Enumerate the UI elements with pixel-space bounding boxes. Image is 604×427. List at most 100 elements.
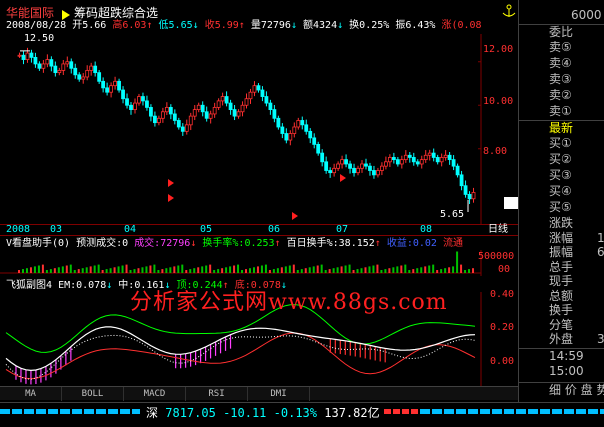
candle-body bbox=[69, 61, 74, 69]
volume-bar bbox=[388, 268, 391, 273]
candle-body bbox=[276, 117, 281, 128]
buy-row[interactable]: 买⑤ bbox=[519, 200, 604, 214]
candle-body bbox=[312, 137, 317, 145]
sell-row[interactable]: 卖④ bbox=[519, 56, 604, 70]
candle-body bbox=[216, 100, 221, 108]
stat-label: 总额 bbox=[549, 288, 574, 303]
candle-body bbox=[228, 102, 233, 110]
candle-body bbox=[176, 120, 181, 128]
volume-bar bbox=[280, 267, 283, 273]
volume-bar bbox=[85, 267, 88, 273]
candle-body bbox=[340, 159, 344, 165]
app-window: 华能国际 筹码超跌综合选 2008/08/28 开5.66 高6.03↑ 低5.… bbox=[0, 0, 604, 427]
tab-macd[interactable]: MACD bbox=[124, 387, 186, 401]
latest-row: 最新 bbox=[519, 120, 604, 135]
buy-row[interactable]: 买① bbox=[519, 136, 604, 150]
volume-bar bbox=[412, 269, 415, 273]
stat-row: 总额 bbox=[519, 289, 604, 303]
x-label-03: 03 bbox=[50, 224, 63, 235]
y-tick-8: 8.00 bbox=[483, 146, 508, 157]
anchor-icon[interactable] bbox=[502, 3, 516, 17]
chg-label: 涨 bbox=[441, 20, 452, 31]
indicator-name[interactable]: 筹码超跌综合选 bbox=[74, 4, 158, 21]
volume-bar bbox=[284, 266, 287, 273]
ind-red-line bbox=[5, 332, 476, 380]
tab-boll[interactable]: BOLL bbox=[62, 387, 124, 401]
volume-bar bbox=[18, 270, 20, 273]
volume-bar bbox=[424, 266, 427, 273]
volume-bar bbox=[177, 265, 180, 273]
x-label-08: 08 bbox=[420, 224, 433, 235]
volume-bar bbox=[288, 265, 291, 273]
candle-body bbox=[427, 152, 432, 156]
time-row-1: 14:59 bbox=[519, 348, 604, 363]
date-text: 2008/08/28 bbox=[6, 20, 67, 31]
candle-body bbox=[184, 124, 189, 132]
stat-row: 涨跌 bbox=[519, 216, 604, 230]
index-value: 7817.05 bbox=[165, 406, 216, 420]
sell-row[interactable]: 卖② bbox=[519, 88, 604, 102]
weibi-label: 委比 bbox=[549, 25, 574, 39]
stat-label: 涨幅 bbox=[549, 230, 574, 245]
volume-bar bbox=[105, 269, 108, 273]
candle-body bbox=[304, 124, 309, 132]
x-label-07: 07 bbox=[336, 224, 349, 235]
volume-bar bbox=[340, 266, 343, 273]
volume-bar bbox=[41, 264, 44, 273]
turn-label: 换 bbox=[349, 20, 360, 31]
volume-bar bbox=[248, 268, 251, 273]
volume-bar bbox=[157, 270, 160, 273]
buy-row[interactable]: 买③ bbox=[519, 168, 604, 182]
volume-bar bbox=[81, 268, 84, 273]
stat-value: 3 bbox=[597, 332, 604, 346]
tab-dmi[interactable]: DMI bbox=[248, 387, 310, 401]
liutong-label: 流通 bbox=[443, 238, 463, 249]
index-name: 深 bbox=[146, 406, 159, 420]
buy-row[interactable]: 买② bbox=[519, 152, 604, 166]
volume-bar bbox=[97, 264, 100, 273]
index-quote[interactable]: 深 7817.05 -10.11 -0.13% 137.82亿 bbox=[146, 407, 380, 419]
volume-bar bbox=[145, 266, 148, 273]
volume-bar bbox=[101, 270, 104, 273]
sell-label: 卖③ bbox=[549, 72, 572, 86]
panel-tabs[interactable]: 细 价 盘 势 bbox=[519, 382, 604, 397]
volume-chart[interactable] bbox=[0, 250, 518, 276]
candle-body bbox=[419, 159, 424, 165]
volume-bar bbox=[276, 268, 279, 273]
bairi-label: 百日换手%: bbox=[286, 238, 339, 249]
candle-body bbox=[101, 80, 106, 89]
volume-bar bbox=[432, 264, 435, 273]
candlestick-chart[interactable] bbox=[0, 34, 518, 224]
volume-bar bbox=[396, 266, 399, 273]
indicator-tab-bar: MA BOLL MACD RSI DMI bbox=[0, 386, 518, 401]
candle-body bbox=[328, 170, 333, 174]
volume-bar bbox=[440, 269, 443, 273]
volume-bar bbox=[169, 267, 172, 273]
sell-row[interactable]: 卖③ bbox=[519, 72, 604, 86]
buy-row[interactable]: 买④ bbox=[519, 184, 604, 198]
tab-ma[interactable]: MA bbox=[0, 387, 62, 401]
down-arrow-icon: ↓ bbox=[192, 20, 199, 31]
period-label[interactable]: 日线 bbox=[488, 224, 508, 236]
sell-row[interactable]: 卖① bbox=[519, 104, 604, 118]
candle-body bbox=[240, 104, 245, 113]
volume-bar bbox=[57, 267, 60, 273]
down-arrow-icon: ↓ bbox=[106, 280, 113, 291]
candle-body bbox=[149, 107, 153, 117]
volume-bar bbox=[296, 270, 299, 273]
candle-body bbox=[383, 161, 388, 167]
volume-bar bbox=[165, 268, 168, 273]
tab-rsi[interactable]: RSI bbox=[186, 387, 248, 401]
stat-row: 外盘 3 bbox=[519, 332, 604, 346]
open-label: 开 bbox=[72, 20, 83, 31]
high-label: 高 bbox=[112, 20, 123, 31]
sell-row[interactable]: 卖⑤ bbox=[519, 40, 604, 54]
candle-body bbox=[252, 85, 257, 93]
candle-body bbox=[332, 167, 337, 174]
volume-bar bbox=[241, 270, 244, 273]
volume-bar bbox=[73, 270, 76, 273]
stock-name[interactable]: 华能国际 bbox=[6, 4, 54, 21]
candle-body bbox=[391, 157, 396, 161]
candle-body bbox=[137, 96, 141, 104]
volume-bar bbox=[229, 266, 232, 273]
